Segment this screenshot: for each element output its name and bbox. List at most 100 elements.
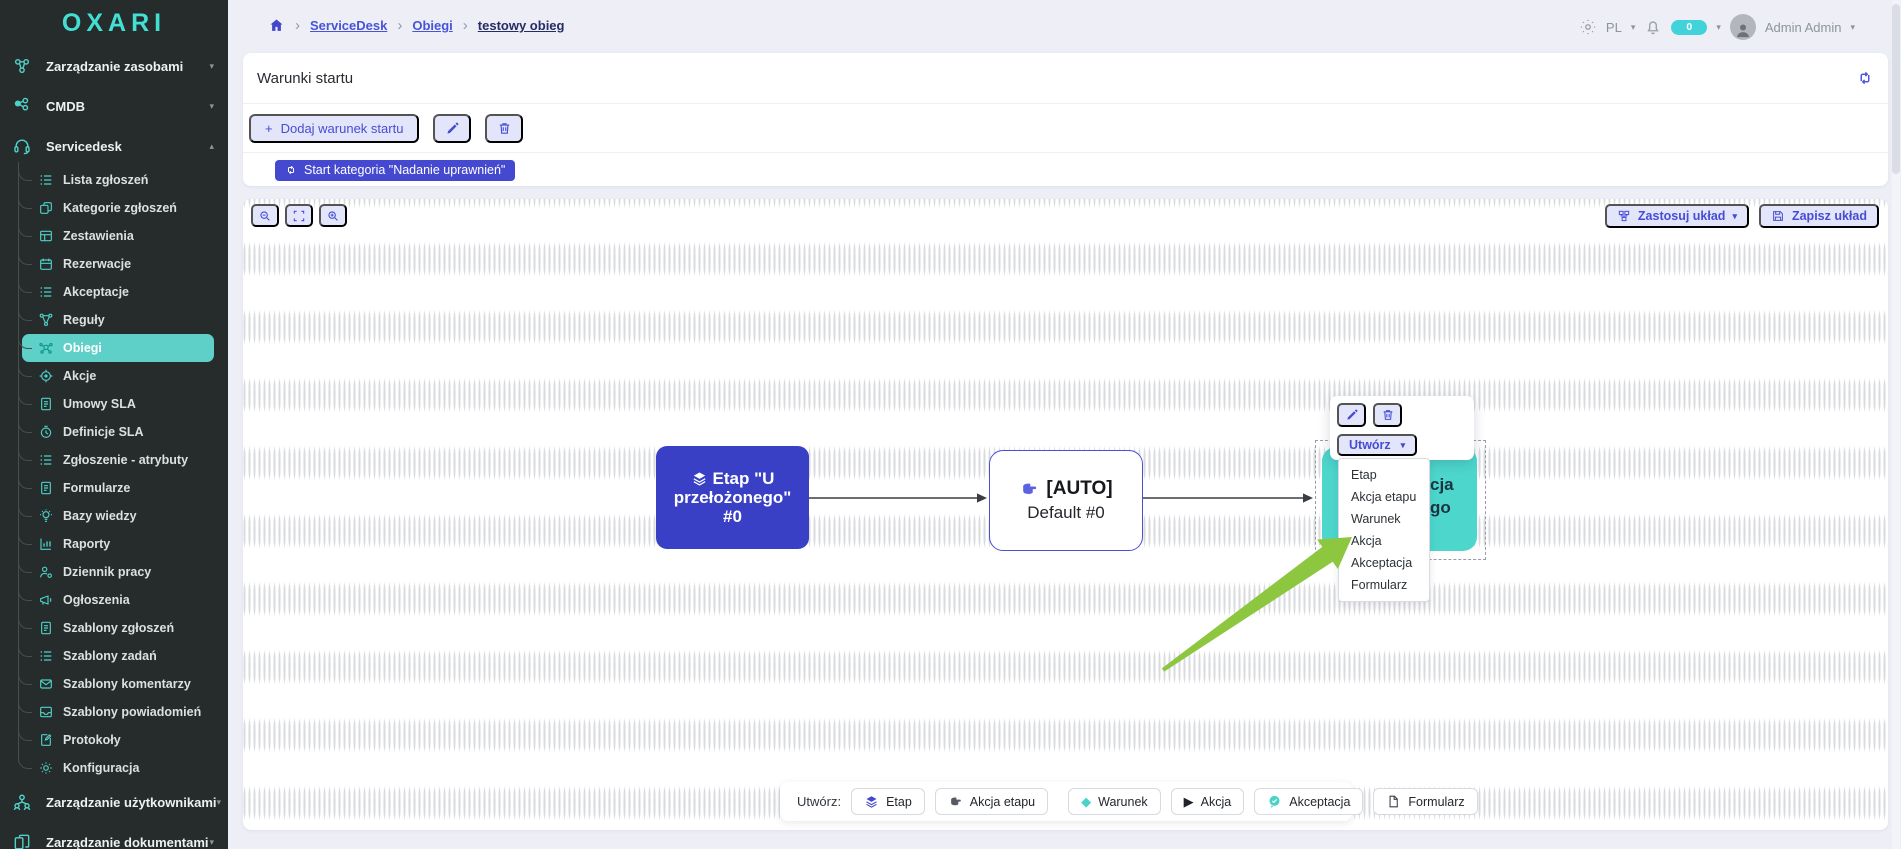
protocol-icon <box>38 732 54 748</box>
toolbar-button-formularz[interactable]: Formularz <box>1373 788 1477 815</box>
page-scrollbar-thumb[interactable] <box>1892 4 1900 174</box>
breadcrumb-separator: › <box>397 17 402 34</box>
sidebar-item-reguly[interactable]: Reguły <box>0 306 228 334</box>
workflow-canvas[interactable]: Zastosuj układ ▾ Zapisz układ cja go Eta… <box>243 199 1888 830</box>
sidebar-item-obiegi[interactable]: Obiegi <box>22 334 214 362</box>
form-icon <box>38 480 54 496</box>
chevron-down-icon: ▾ <box>209 101 214 112</box>
zoom-in-button[interactable] <box>319 204 347 227</box>
home-icon[interactable] <box>268 17 285 34</box>
sidebar-section-zarzadzanie-zasobami[interactable]: Zarządzanie zasobami ▾ <box>0 46 228 86</box>
toolbar-button-akcja[interactable]: ▶ Akcja <box>1171 788 1245 815</box>
sidebar-item-raporty[interactable]: Raporty <box>0 530 228 558</box>
menu-item-warunek[interactable]: Warunek <box>1339 508 1429 530</box>
create-toolbar: Utwórz: Etap Akcja etapu ◆ Warunek ▶ Akc… <box>780 782 1352 821</box>
assets-icon <box>12 56 32 76</box>
chevron-down-icon: ▾ <box>209 61 214 72</box>
breadcrumb-servicedesk[interactable]: ServiceDesk <box>310 18 387 33</box>
template-icon <box>38 620 54 636</box>
sidebar-item-bazy-wiedzy[interactable]: Bazy wiedzy <box>0 502 228 530</box>
node-edit-button[interactable] <box>1337 403 1366 427</box>
chart-icon <box>38 536 54 552</box>
menu-item-akcja[interactable]: Akcja <box>1339 530 1429 552</box>
oxari-logo: OXARI <box>0 0 228 46</box>
user-name: Admin Admin <box>1765 20 1842 35</box>
panel-header: Warunki startu <box>243 53 1888 104</box>
sidebar-item-szablony-komentarzy[interactable]: Szablony komentarzy <box>0 670 228 698</box>
branch-icon <box>38 312 54 328</box>
delete-button[interactable] <box>485 114 523 143</box>
chevron-down-icon: ▾ <box>209 837 214 848</box>
sidebar: OXARI Zarządzanie zasobami ▾ CMDB ▾ Serv… <box>0 0 228 849</box>
swap-refresh-icon[interactable] <box>1856 69 1874 87</box>
sidebar-item-ogloszenia[interactable]: Ogłoszenia <box>0 586 228 614</box>
save-layout-button[interactable]: Zapisz układ <box>1759 204 1879 228</box>
sidebar-item-zestawienia[interactable]: Zestawienia <box>0 222 228 250</box>
chevron-down-icon: ▾ <box>1401 440 1406 451</box>
add-start-condition-button[interactable]: + Dodaj warunek startu <box>249 114 419 143</box>
servicedesk-submenu: Lista zgłoszeń Kategorie zgłoszeń Zestaw… <box>0 166 228 782</box>
avatar[interactable] <box>1730 14 1756 40</box>
sidebar-item-akcje[interactable]: Akcje <box>0 362 228 390</box>
attributes-icon <box>38 452 54 468</box>
create-dropdown-button[interactable]: Utwórz ▾ <box>1337 434 1417 456</box>
toolbar-button-akceptacja[interactable]: Akceptacja <box>1254 788 1363 815</box>
notifications-badge[interactable]: 0 <box>1671 20 1707 35</box>
toolbar-button-warunek[interactable]: ◆ Warunek <box>1068 788 1161 815</box>
sidebar-item-umowy-sla[interactable]: Umowy SLA <box>0 390 228 418</box>
sidebar-item-zgloszenie-atrybuty[interactable]: Zgłoszenie - atrybuty <box>0 446 228 474</box>
pencil-icon <box>445 121 460 136</box>
megaphone-icon <box>38 592 54 608</box>
sidebar-item-szablony-zadan[interactable]: Szablony zadań <box>0 642 228 670</box>
start-conditions-panel: Warunki startu + Dodaj warunek startu St… <box>243 53 1888 186</box>
chevron-down-icon: ▾ <box>217 797 222 808</box>
sidebar-section-zarzadzanie-dokumentami[interactable]: Zarządzanie dokumentami ▾ <box>0 822 228 849</box>
apply-layout-button[interactable]: Zastosuj układ ▾ <box>1605 204 1749 228</box>
fit-view-button[interactable] <box>285 204 313 227</box>
breadcrumb-obiegi[interactable]: Obiegi <box>412 18 452 33</box>
worklog-icon <box>38 564 54 580</box>
chevron-down-icon: ▾ <box>1732 211 1737 222</box>
toolbar-button-akcja-etapu[interactable]: Akcja etapu <box>935 788 1048 815</box>
bell-icon[interactable] <box>1644 18 1662 36</box>
chevron-down-icon[interactable]: ▾ <box>1716 22 1721 33</box>
menu-item-akcja-etapu[interactable]: Akcja etapu <box>1339 486 1429 508</box>
node-context-menu: Utwórz ▾ <box>1330 396 1474 460</box>
bulb-icon <box>38 508 54 524</box>
table-icon <box>38 228 54 244</box>
inbox-icon <box>38 704 54 720</box>
sidebar-item-szablony-powiadomien[interactable]: Szablony powiadomień <box>0 698 228 726</box>
menu-item-akceptacja[interactable]: Akceptacja <box>1339 552 1429 574</box>
language-selector[interactable]: PL <box>1606 20 1622 35</box>
node-delete-button[interactable] <box>1373 403 1402 427</box>
sidebar-item-rezerwacje[interactable]: Rezerwacje <box>0 250 228 278</box>
file-icon <box>1386 794 1401 809</box>
zoom-out-button[interactable] <box>251 204 279 227</box>
start-condition-badge[interactable]: Start kategoria "Nadanie uprawnień" <box>275 160 515 181</box>
edit-button[interactable] <box>433 114 471 143</box>
sidebar-item-formularze[interactable]: Formularze <box>0 474 228 502</box>
sidebar-item-akceptacje[interactable]: Akceptacje <box>0 278 228 306</box>
sidebar-section-servicedesk[interactable]: Servicedesk ▴ <box>0 126 228 166</box>
menu-item-formularz[interactable]: Formularz <box>1339 574 1429 596</box>
sidebar-item-kategorie-zgloszen[interactable]: Kategorie zgłoszeń <box>0 194 228 222</box>
sidebar-section-zarzadzanie-uzytkownikami[interactable]: Zarządzanie użytkownikami ▾ <box>0 782 228 822</box>
sidebar-section-cmdb[interactable]: CMDB ▾ <box>0 86 228 126</box>
sidebar-item-lista-zgloszen[interactable]: Lista zgłoszeń <box>0 166 228 194</box>
sidebar-item-definicje-sla[interactable]: Definicje SLA <box>0 418 228 446</box>
sidebar-item-konfiguracja[interactable]: Konfiguracja <box>0 754 228 782</box>
sidebar-item-dziennik-pracy[interactable]: Dziennik pracy <box>0 558 228 586</box>
workflow-node-etap[interactable]: Etap "U przełożonego" #0 <box>656 446 809 549</box>
menu-item-etap[interactable]: Etap <box>1339 464 1429 486</box>
toolbar-button-etap[interactable]: Etap <box>851 788 925 815</box>
workflow-node-auto[interactable]: [AUTO] Default #0 <box>989 450 1143 551</box>
layout-icon <box>1617 209 1631 223</box>
zoom-out-icon <box>258 209 272 223</box>
sidebar-item-szablony-zgloszen[interactable]: Szablony zgłoszeń <box>0 614 228 642</box>
breadcrumb-separator: › <box>463 17 468 34</box>
sidebar-item-protokoly[interactable]: Protokoły <box>0 726 228 754</box>
chevron-down-icon[interactable]: ▾ <box>1631 22 1636 33</box>
gear-icon[interactable] <box>1579 18 1597 36</box>
clock-icon <box>38 424 54 440</box>
chevron-down-icon[interactable]: ▾ <box>1850 22 1855 33</box>
